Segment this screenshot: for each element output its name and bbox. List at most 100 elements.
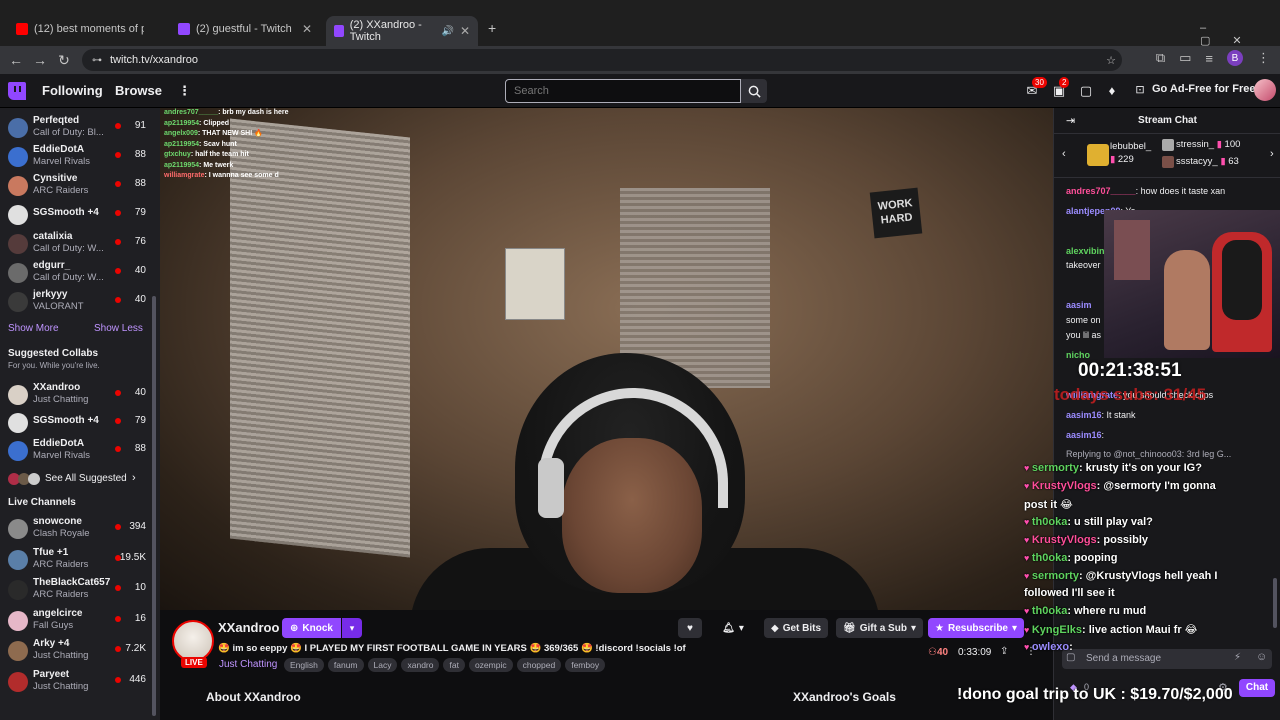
browser-tab-3-active[interactable]: (2) XXandroo - Twitch 🔊 ✕: [326, 16, 478, 46]
search-input[interactable]: [505, 79, 741, 103]
get-bits-button[interactable]: ◆ Get Bits: [764, 618, 829, 638]
dono-goal-overlay: !dono goal trip to UK : $19.70/$2,000: [957, 686, 1233, 703]
followed-channel-item[interactable]: SGSmooth +4 79: [0, 201, 150, 229]
followed-channel-item[interactable]: Cynsitive ARC Raiders 88: [0, 172, 150, 200]
browser-tab-2[interactable]: (2) guestful - Twitch ✕: [170, 18, 320, 40]
chat-username[interactable]: nicho: [1066, 350, 1090, 360]
back-icon[interactable]: ←: [4, 52, 28, 68]
category-link[interactable]: Just Chatting: [219, 659, 277, 670]
channel-category: Clash Royale: [33, 528, 90, 539]
show-less-link[interactable]: Show Less: [94, 323, 143, 334]
resubscribe-button[interactable]: ★ Resubscribe ▾: [928, 618, 1025, 638]
gifter-name[interactable]: ssstacyy_ ▮ 63: [1176, 156, 1239, 167]
forward-icon[interactable]: →: [28, 52, 52, 68]
menu-kebab-icon[interactable]: ⋮: [1257, 50, 1270, 66]
close-icon[interactable]: ✕: [460, 24, 470, 38]
chevron-down-icon[interactable]: ▾: [342, 618, 362, 638]
site-info-icon[interactable]: ⊶: [92, 55, 102, 66]
chat-username[interactable]: aasim16: [1066, 430, 1102, 440]
gifter-name[interactable]: stressin_ ▮ 100: [1176, 139, 1240, 150]
twitch-logo-icon[interactable]: [8, 82, 26, 100]
new-tab-icon[interactable]: +: [488, 20, 496, 36]
sidebar-scrollbar[interactable]: [152, 296, 156, 716]
gifter-name[interactable]: lebubbel_: [1110, 141, 1151, 152]
window-controls[interactable]: –▢✕: [1200, 22, 1280, 47]
nav-following[interactable]: Following: [42, 83, 103, 98]
streamer-avatar[interactable]: [172, 620, 214, 662]
chevron-left-icon[interactable]: ‹: [1062, 148, 1066, 160]
followed-channel-item[interactable]: catalixia Call of Duty: W... 76: [0, 230, 150, 258]
close-icon[interactable]: ✕: [302, 22, 312, 36]
stream-tag[interactable]: ozempic: [468, 658, 513, 672]
live-channel-item[interactable]: TheBlackCat657 ARC Raiders 10: [0, 576, 150, 604]
followed-channel-item[interactable]: jerkyyy VALORANT 40: [0, 288, 150, 316]
chat-paste-icon[interactable]: ▢: [1066, 652, 1075, 663]
stream-tag[interactable]: xandro: [401, 658, 440, 672]
media-icon[interactable]: ≡: [1205, 51, 1213, 66]
show-more-link[interactable]: Show More: [8, 323, 59, 334]
url-bar[interactable]: ⊶ twitch.tv/xxandroo ☆: [82, 49, 1122, 71]
search-button[interactable]: [741, 79, 767, 103]
star-icon: ★: [935, 622, 944, 634]
live-channel-item[interactable]: Tfue +1 ARC Raiders 19.5K: [0, 546, 150, 574]
overlay-chat-text: : half the team hit: [190, 151, 249, 158]
live-channel-item[interactable]: snowcone Clash Royale 394: [0, 515, 150, 543]
extensions-icon[interactable]: ⧉: [1156, 50, 1165, 66]
chat-username[interactable]: andres707_____: [1066, 186, 1136, 196]
whispers-icon[interactable]: ▢: [1078, 83, 1094, 99]
video-scene-headset: [538, 458, 564, 518]
browser-tab-1[interactable]: (12) best moments of peanut: [8, 18, 168, 40]
chevron-right-icon[interactable]: ›: [1270, 148, 1274, 160]
crown-icon[interactable]: ♦: [1104, 83, 1120, 99]
notification-bell-button[interactable]: 🔔︎ ▾: [714, 618, 752, 638]
chat-scrollbar[interactable]: [1273, 578, 1277, 628]
video-player[interactable]: WORK HARD andres707_____: brb my dash is…: [160, 108, 1053, 610]
live-channel-item[interactable]: angelcirce Fall Guys 16: [0, 607, 150, 635]
top-gifters: ‹ lebubbel_ ▮ 229 stressin_ ▮ 100 ssstac…: [1054, 134, 1280, 178]
stream-tag[interactable]: fanum: [327, 658, 364, 672]
speaker-icon[interactable]: 🔊: [441, 26, 453, 37]
nav-browse[interactable]: Browse: [115, 83, 162, 98]
emote-icon[interactable]: ☺: [1256, 651, 1267, 663]
follow-heart-button[interactable]: ♥: [678, 618, 702, 638]
webcam-scene: [1114, 220, 1150, 280]
notifications-icon[interactable]: ▣ 2: [1051, 77, 1070, 99]
followed-channel-item[interactable]: EddieDotA Marvel Rivals 88: [0, 143, 150, 171]
user-avatar[interactable]: [1254, 79, 1276, 101]
chat-username[interactable]: aasim16: [1066, 410, 1102, 420]
collab-channel-item[interactable]: EddieDotA Marvel Rivals 88: [0, 437, 150, 465]
stream-tag[interactable]: Lacy: [367, 658, 398, 672]
gift-sub-button[interactable]: 🎁︎ Gift a Sub ▾: [836, 618, 923, 638]
knock-button[interactable]: ⊕ Knock: [282, 618, 341, 638]
overlay-chat-line: ap2119954: Scav hunt: [164, 140, 289, 151]
streamer-name[interactable]: XXandroo: [218, 620, 279, 635]
followed-channel-item[interactable]: Perfeqted Call of Duty: Bl... 91: [0, 114, 150, 142]
see-all-suggested-link[interactable]: See All Suggested: [45, 473, 127, 484]
stream-tag[interactable]: English: [284, 658, 324, 672]
bookmark-star-icon[interactable]: ☆: [1106, 54, 1116, 67]
profile-avatar[interactable]: B: [1227, 50, 1243, 66]
share-icon[interactable]: ⇪: [1000, 646, 1008, 657]
reload-icon[interactable]: ↻: [52, 52, 76, 69]
collab-channel-item[interactable]: XXandroo Just Chatting 40: [0, 381, 150, 409]
live-channel-item[interactable]: Paryeet Just Chatting 446: [0, 668, 150, 696]
chat-username[interactable]: alexvibin: [1066, 246, 1105, 256]
hype-icon[interactable]: ⚡: [1234, 652, 1241, 663]
stream-tag[interactable]: chopped: [516, 658, 562, 672]
chat-send-button[interactable]: Chat: [1239, 679, 1275, 697]
collab-channel-item[interactable]: SGSmooth +4 79: [0, 409, 150, 437]
stream-tag[interactable]: fat: [443, 658, 465, 672]
go-ad-free-button[interactable]: Go Ad-Free for Free: [1152, 83, 1256, 95]
channel-avatar: [8, 263, 28, 283]
inbox-icon[interactable]: ✉ 30: [1024, 77, 1047, 99]
chevron-right-icon[interactable]: ›: [132, 472, 136, 484]
live-channel-item[interactable]: Arky +4 Just Chatting 7.2K: [0, 637, 150, 665]
more-kebab-icon[interactable]: ⋮: [178, 83, 191, 99]
live-dot-icon: [115, 123, 121, 129]
stream-tag[interactable]: femboy: [565, 658, 606, 672]
chat-username[interactable]: aasim: [1066, 300, 1092, 310]
sidepanel-icon[interactable]: ▭: [1179, 50, 1191, 66]
channel-name: edgurr_: [33, 260, 71, 271]
live-dot-icon: [115, 390, 121, 396]
followed-channel-item[interactable]: edgurr_ Call of Duty: W... 40: [0, 259, 150, 287]
